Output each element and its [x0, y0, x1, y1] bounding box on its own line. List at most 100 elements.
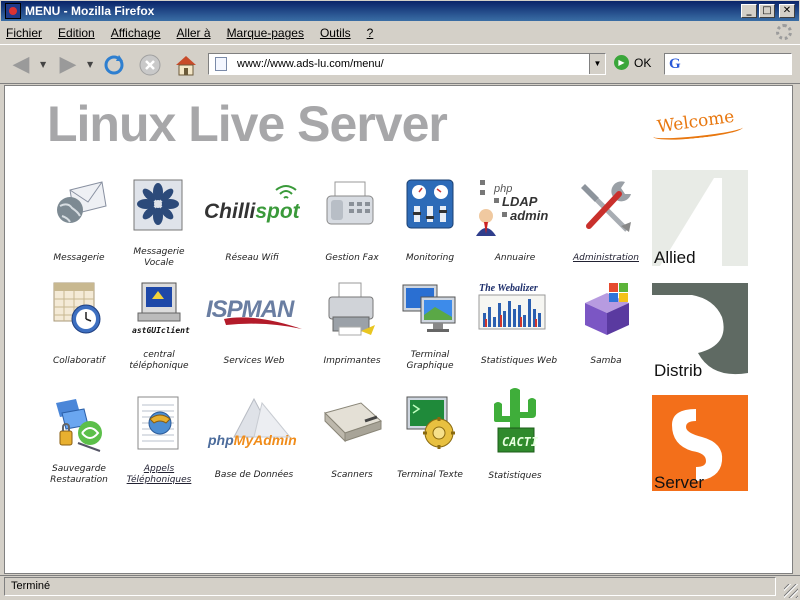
printer-icon — [321, 279, 383, 341]
menu-fichier[interactable]: Fichier — [6, 26, 42, 40]
menu-bar: Fichier Edition Affichage Aller à Marque… — [0, 22, 800, 44]
address-bar[interactable]: www://www.ads-lu.com/menu/ ▼ — [208, 53, 606, 75]
reload-button[interactable] — [101, 52, 127, 78]
home-button[interactable] — [173, 52, 199, 78]
app-services-web[interactable]: ISPMAN Services Web — [204, 279, 304, 373]
forward-arrow-icon: ▶ — [59, 52, 77, 77]
monitoring-gauges-icon — [399, 176, 461, 238]
app-label: Annuaire — [494, 252, 536, 263]
menu-help[interactable]: ? — [367, 26, 374, 40]
samba-box-icon — [575, 279, 637, 341]
app-monitoring[interactable]: Monitoring — [390, 176, 470, 270]
app-administration[interactable]: Administration — [566, 176, 646, 270]
svg-text:LDAP: LDAP — [502, 194, 538, 209]
app-label: Statistiques Web — [480, 355, 558, 366]
status-text: Terminé — [4, 577, 776, 596]
brand-distrib[interactable]: Distrib — [652, 283, 748, 380]
reload-icon — [104, 55, 124, 75]
brand-label: Server — [654, 473, 705, 492]
window-title: MENU - Mozilla Firefox — [25, 4, 155, 18]
app-scanners[interactable]: Scanners — [312, 393, 392, 487]
app-messagerie[interactable]: Messagerie — [39, 176, 119, 270]
brand-server[interactable]: Server — [652, 395, 748, 492]
brand-label: Distrib — [654, 361, 703, 380]
voice-mail-icon — [128, 176, 190, 238]
app-label: Services Web — [223, 355, 285, 366]
app-label: central téléphonique — [129, 350, 189, 371]
go-arrow-icon: ▶ — [614, 55, 629, 70]
firefox-icon — [5, 3, 21, 19]
app-reseau-wifi[interactable]: Chillispot Réseau Wifi — [202, 176, 302, 270]
menu-aller-a[interactable]: Aller à — [177, 26, 211, 40]
app-central-telephonique[interactable]: astGUIclient central téléphonique — [119, 279, 199, 373]
app-collaboratif[interactable]: Collaboratif — [39, 279, 119, 373]
app-label: Messagerie — [53, 252, 105, 263]
app-label: Sauvegarde Restauration — [50, 464, 108, 485]
app-label: Monitoring — [405, 252, 455, 263]
asterisk-gui-icon: astGUIclient — [128, 279, 190, 341]
address-text[interactable]: www://www.ads-lu.com/menu/ — [237, 58, 384, 70]
app-statistiques-web[interactable]: The Webalizer Statistiques Web — [477, 279, 559, 373]
tools-icon — [575, 176, 637, 238]
app-terminal-texte[interactable]: Terminal Texte — [390, 393, 470, 487]
page-icon — [215, 57, 227, 71]
webalizer-chart-icon: The Webalizer — [477, 279, 549, 341]
app-label: Imprimantes — [323, 355, 381, 366]
resize-grip[interactable] — [784, 584, 798, 598]
app-gestion-fax[interactable]: Gestion Fax — [312, 176, 392, 270]
app-samba[interactable]: Samba — [566, 279, 646, 373]
brand-allied[interactable]: Allied — [652, 170, 748, 267]
forward-button[interactable]: ▶ — [55, 52, 81, 78]
app-annuaire[interactable]: php LDAP admin Annuaire — [475, 176, 555, 270]
stop-button[interactable] — [137, 52, 163, 78]
forward-history-dropdown[interactable]: ▼ — [87, 60, 93, 69]
fax-icon — [321, 176, 383, 238]
backup-restore-icon — [48, 393, 110, 455]
app-imprimantes[interactable]: Imprimantes — [312, 279, 392, 373]
menu-outils[interactable]: Outils — [320, 26, 351, 40]
app-label: Collaboratif — [53, 355, 105, 366]
svg-text:CACTI: CACTI — [502, 435, 539, 449]
app-label[interactable]: Appels Téléphoniques — [119, 463, 199, 487]
stop-icon — [139, 54, 161, 76]
remote-desktop-icon — [399, 279, 461, 341]
banner-title: Linux Live Server — [47, 96, 448, 152]
go-label: OK — [634, 55, 652, 70]
menu-marque-pages[interactable]: Marque-pages — [227, 26, 304, 40]
back-button[interactable]: ◀ — [8, 52, 34, 78]
app-appels-telephoniques[interactable]: Appels Téléphoniques — [119, 393, 199, 487]
app-base-de-donnees[interactable]: phpMyAdmin Base de Données — [204, 393, 304, 487]
throbber-icon — [776, 24, 792, 40]
close-button[interactable]: ✕ — [779, 4, 795, 18]
app-terminal-graphique[interactable]: Terminal Graphique — [390, 279, 470, 373]
chillispot-logo: Chillispot — [204, 176, 301, 238]
app-messagerie-vocale[interactable]: Messagerie Vocale — [119, 176, 199, 270]
back-arrow-icon: ◀ — [12, 52, 30, 77]
menu-edition[interactable]: Edition — [58, 26, 95, 40]
calendar-clock-icon — [48, 279, 110, 341]
address-dropdown[interactable]: ▼ — [589, 54, 605, 74]
app-sauvegarde-restauration[interactable]: Sauvegarde Restauration — [39, 393, 119, 487]
app-statistiques[interactable]: CACTI Statistiques — [475, 386, 555, 488]
google-search-icon: G — [669, 56, 681, 72]
menu-affichage[interactable]: Affichage — [111, 26, 161, 40]
app-label: Messagerie Vocale — [133, 247, 185, 268]
title-bar: MENU - Mozilla Firefox _ □ ✕ — [0, 0, 800, 22]
svg-text:phpMyAdmin: phpMyAdmin — [207, 432, 297, 448]
phone-calls-icon — [128, 393, 190, 455]
search-box[interactable]: G — [664, 53, 792, 75]
go-button[interactable]: ▶ OK — [614, 55, 651, 70]
app-label: Samba — [590, 355, 622, 366]
app-label: Réseau Wifi — [225, 252, 279, 263]
phpmyadmin-icon: phpMyAdmin — [204, 393, 304, 455]
app-label: Statistiques — [488, 470, 542, 481]
minimize-button[interactable]: _ — [741, 4, 757, 18]
svg-text:Chillispot: Chillispot — [204, 200, 300, 223]
php-ldap-admin-icon: php LDAP admin — [472, 176, 558, 238]
back-history-dropdown[interactable]: ▼ — [40, 60, 46, 69]
page-content: Linux Live Server Welcome Messagerie Mes… — [4, 85, 793, 574]
maximize-button[interactable]: □ — [759, 4, 775, 18]
svg-text:astGUIclient: astGUIclient — [132, 325, 190, 335]
app-label[interactable]: Administration — [566, 246, 646, 270]
svg-text:The Webalizer: The Webalizer — [479, 283, 538, 294]
